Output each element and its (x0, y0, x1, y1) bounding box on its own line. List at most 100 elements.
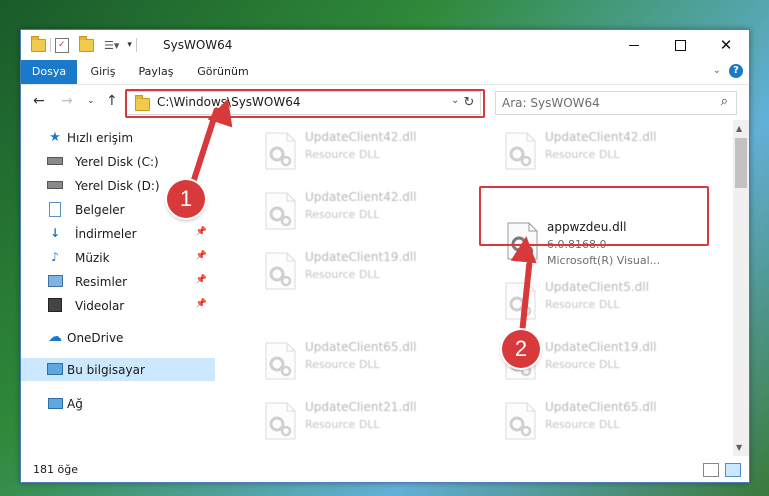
scroll-down-icon[interactable]: ▼ (736, 443, 742, 452)
sidebar-item-onedrive[interactable]: ☁ OneDrive (21, 326, 215, 349)
dll-file-icon (263, 252, 297, 290)
file-item[interactable]: UpdateClient65.dll Resource DLL (497, 398, 725, 442)
tab-paylas[interactable]: Paylaş (131, 60, 181, 84)
tab-giris[interactable]: Giriş (83, 60, 123, 84)
file-name: UpdateClient65.dll (545, 400, 657, 414)
file-item[interactable]: UpdateClient19.dll Resource DLL (257, 248, 485, 292)
sidebar-item-label: Yerel Disk (C:) (75, 155, 159, 169)
recent-locations-icon[interactable]: ⌄ (87, 96, 95, 106)
tab-dosya[interactable]: Dosya (21, 60, 77, 84)
customize-icon[interactable]: ☰▾ (104, 39, 119, 52)
minimize-button[interactable] (611, 30, 657, 60)
new-folder-icon[interactable] (79, 35, 94, 52)
file-description: Microsoft(R) Visual... (547, 254, 661, 267)
dll-file-icon (503, 132, 537, 170)
search-box[interactable]: Ara: SysWOW64 ⌕ (495, 91, 737, 115)
file-description: Resource DLL (545, 148, 620, 161)
file-name: UpdateClient42.dll (305, 190, 417, 204)
expand-ribbon-icon[interactable]: ⌄ (713, 65, 721, 76)
file-name: UpdateClient5.dll (545, 280, 649, 294)
file-item[interactable]: UpdateClient5.dll Resource DLL (497, 278, 725, 322)
sidebar-item-label: Ağ (67, 397, 83, 411)
file-description: Resource DLL (305, 268, 380, 281)
title-bar: ✓ ☰▾ ▾ SysWOW64 ✕ (21, 30, 749, 60)
sidebar-item-quick-access[interactable]: ★ Hızlı erişim (21, 126, 215, 149)
dll-file-icon (263, 342, 297, 380)
search-icon: ⌕ (720, 94, 728, 109)
explorer-window: ✓ ☰▾ ▾ SysWOW64 ✕ Dosya Giriş Paylaş Gör… (20, 29, 750, 483)
file-description: Resource DLL (545, 418, 620, 431)
navigation-pane: ★ Hızlı erişim Yerel Disk (C:) Yerel Dis… (21, 120, 215, 456)
maximize-icon (674, 39, 686, 51)
search-input[interactable]: Ara: SysWOW64 (502, 96, 600, 110)
file-name: UpdateClient19.dll (545, 340, 657, 354)
close-icon: ✕ (719, 36, 733, 54)
network-icon (47, 396, 63, 410)
file-description: Resource DLL (545, 298, 620, 311)
sidebar-item-label: Videolar (75, 299, 125, 313)
pin-icon[interactable]: 📌 (196, 299, 207, 309)
sidebar-item-label: Hızlı erişim (67, 131, 134, 145)
file-item[interactable]: UpdateClient21.dll Resource DLL (257, 398, 485, 442)
sidebar-item-resimler[interactable]: Resimler 📌 (21, 270, 215, 293)
step-badge-1: 1 (167, 180, 205, 218)
pin-icon[interactable]: 📌 (196, 227, 207, 237)
details-view-icon[interactable] (703, 463, 719, 477)
dll-file-icon (263, 132, 297, 170)
cloud-icon: ☁ (48, 329, 62, 345)
drive-icon (47, 154, 63, 168)
minimize-icon (629, 44, 639, 46)
dll-file-icon (263, 402, 297, 440)
tab-gorunum[interactable]: Görünüm (191, 60, 255, 84)
dll-file-icon (503, 402, 537, 440)
file-description: Resource DLL (545, 358, 620, 371)
large-icons-view-icon[interactable] (725, 463, 741, 477)
scroll-up-icon[interactable]: ▲ (736, 124, 742, 133)
file-item[interactable]: UpdateClient42.dll Resource DLL (257, 128, 485, 172)
file-description: Resource DLL (305, 418, 380, 431)
address-highlight-box (125, 89, 485, 118)
ribbon-tabs: Dosya Giriş Paylaş Görünüm ⌄ ? (21, 60, 749, 85)
computer-icon (47, 362, 63, 376)
file-description: Resource DLL (305, 358, 380, 371)
sidebar-item-label: İndirmeler (75, 227, 137, 241)
quick-access-toolbar: ✓ ☰▾ ▾ (31, 35, 137, 54)
pin-icon[interactable]: 📌 (196, 251, 207, 261)
sidebar-item-label: Belgeler (75, 203, 125, 217)
vertical-scrollbar[interactable]: ▲ ▼ (733, 120, 749, 456)
step-badge-2: 2 (502, 330, 540, 368)
sidebar-item-disk-c[interactable]: Yerel Disk (C:) (21, 150, 215, 173)
maximize-button[interactable] (657, 30, 703, 60)
sidebar-item-ag[interactable]: Ağ (21, 392, 215, 415)
file-name: UpdateClient42.dll (305, 130, 417, 144)
drive-icon (47, 178, 63, 192)
sidebar-item-label: Resimler (75, 275, 128, 289)
file-description: Resource DLL (305, 148, 380, 161)
sidebar-item-videolar[interactable]: Videolar 📌 (21, 294, 215, 317)
file-name: UpdateClient19.dll (305, 250, 417, 264)
properties-icon[interactable]: ✓ (55, 37, 69, 53)
pictures-icon (47, 274, 63, 288)
quick-access-dropdown-icon[interactable]: ▾ (127, 40, 132, 50)
status-bar: 181 öğe (21, 458, 749, 482)
sidebar-item-bu-bilgisayar[interactable]: Bu bilgisayar (21, 358, 215, 381)
sidebar-item-muzik[interactable]: ♪ Müzik 📌 (21, 246, 215, 269)
file-name: UpdateClient21.dll (305, 400, 417, 414)
sidebar-item-label: Yerel Disk (D:) (75, 179, 160, 193)
close-button[interactable]: ✕ (703, 30, 749, 60)
up-arrow-icon[interactable]: ↑ (106, 93, 118, 109)
scrollbar-thumb[interactable] (735, 138, 747, 188)
forward-arrow-icon[interactable]: → (61, 93, 73, 109)
music-icon: ♪ (51, 250, 59, 264)
window-title: SysWOW64 (163, 38, 233, 52)
back-arrow-icon[interactable]: ← (33, 93, 45, 109)
item-count: 181 öğe (33, 463, 78, 476)
pin-icon[interactable]: 📌 (196, 275, 207, 285)
download-icon: ↓ (49, 226, 61, 240)
file-item[interactable]: UpdateClient42.dll Resource DLL (497, 128, 725, 172)
sidebar-item-indirmeler[interactable]: ↓ İndirmeler 📌 (21, 222, 215, 245)
help-icon[interactable]: ? (729, 64, 743, 78)
file-item[interactable]: UpdateClient65.dll Resource DLL (257, 338, 485, 382)
sidebar-item-label: Müzik (75, 251, 110, 265)
file-item[interactable]: UpdateClient42.dll Resource DLL (257, 188, 485, 232)
